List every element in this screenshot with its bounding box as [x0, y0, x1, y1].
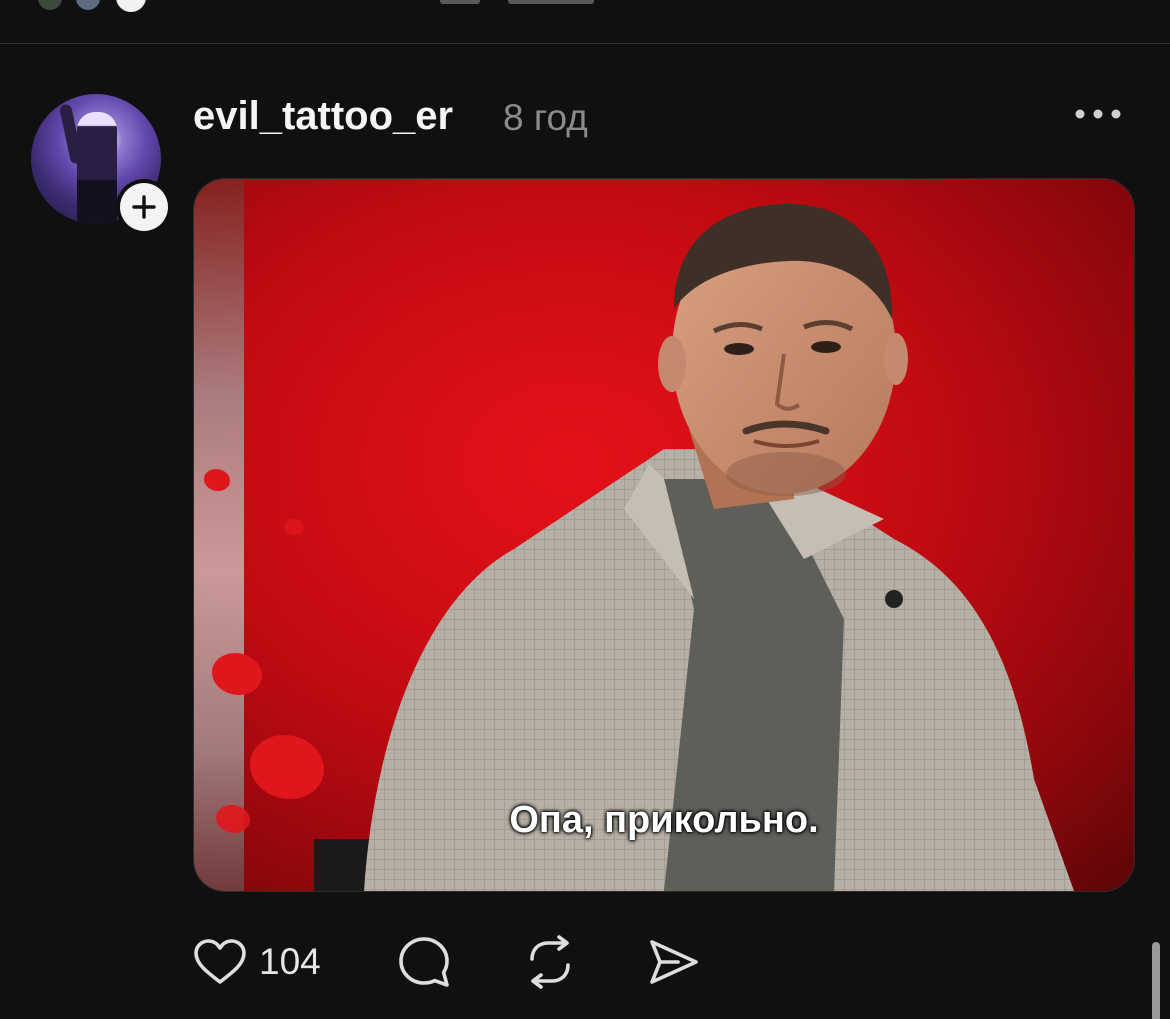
cropped-text: [420, 0, 620, 4]
post-media-image[interactable]: Опа, прикольно.: [193, 178, 1135, 892]
person-illustration: [314, 204, 1074, 891]
plus-icon: [132, 195, 156, 219]
scrollbar[interactable]: [1152, 942, 1160, 1019]
post-actions: 104: [193, 934, 793, 990]
avatar: [74, 0, 102, 12]
media-subtitle: Опа, прикольно.: [509, 799, 819, 841]
thread-feed: evil_tattoo_er 8 год Опа, прикольно. 104: [0, 0, 1170, 1019]
avatar-figure: [77, 112, 117, 224]
follow-button[interactable]: [116, 179, 172, 235]
post-divider: [0, 43, 1170, 44]
send-icon: [650, 940, 698, 984]
cropped-text-fragment: [440, 0, 480, 4]
comment-icon: [399, 937, 449, 987]
avatar: [114, 0, 148, 14]
like-button[interactable]: 104: [193, 934, 321, 990]
repost-icon: [530, 935, 570, 989]
repost-button[interactable]: [522, 934, 578, 990]
share-button[interactable]: [648, 934, 700, 990]
comment-button[interactable]: [397, 934, 451, 990]
avatar: [36, 0, 64, 12]
heart-icon: [194, 939, 246, 984]
reply-avatars: [36, 0, 166, 14]
previous-post-remnant: [0, 0, 1170, 44]
like-count: 104: [259, 941, 321, 982]
more-options-button[interactable]: [1068, 96, 1128, 132]
follow-button-inner: [120, 183, 168, 231]
post-timestamp: 8 год: [503, 97, 588, 138]
author-username[interactable]: evil_tattoo_er: [193, 90, 453, 142]
ellipsis-icon: [1075, 109, 1121, 119]
cropped-text-fragment: [508, 0, 594, 4]
